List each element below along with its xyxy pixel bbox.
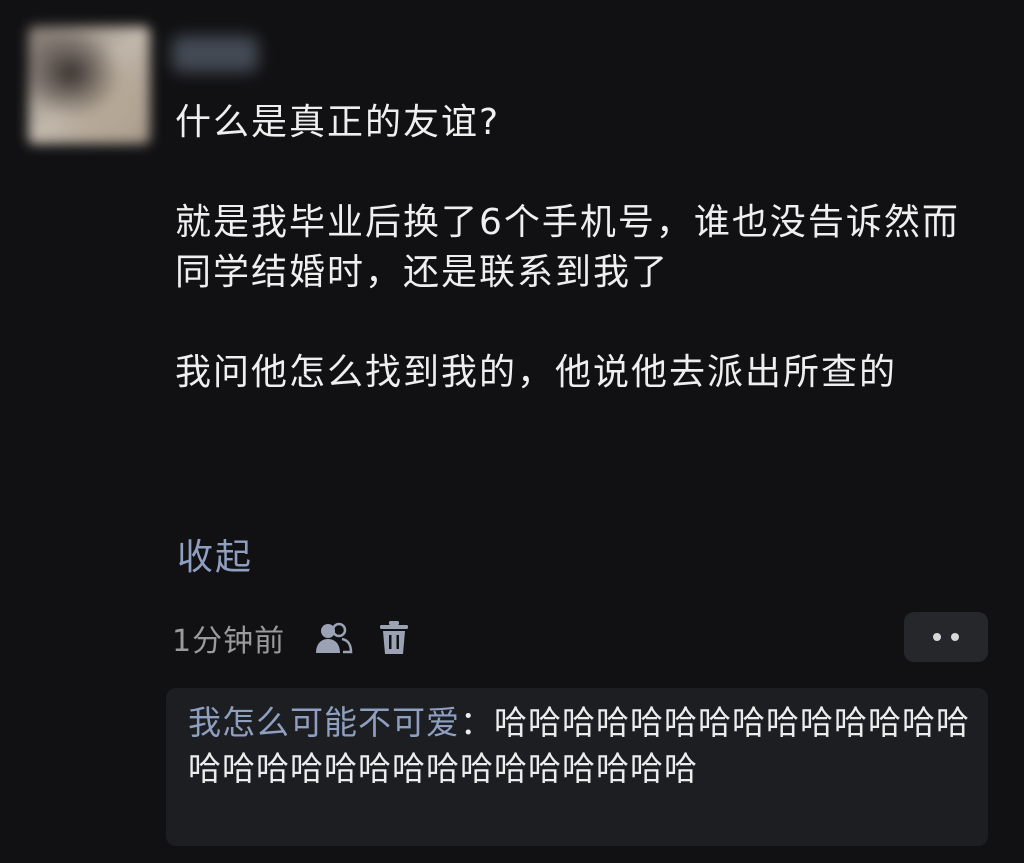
comment-meta: 1分钟前 [172,612,415,664]
reply-author[interactable]: 我怎么可能不可爱 [188,703,460,742]
comment-paragraph: 就是我毕业后换了6个手机号，谁也没告诉然而同学结婚时，还是联系到我了 [175,202,960,293]
reply-text: 我怎么可能不可爱：哈哈哈哈哈哈哈哈哈哈哈哈哈哈哈哈哈哈哈哈哈哈哈哈哈哈哈哈哈 [188,700,970,792]
more-dots-icon[interactable] [904,612,988,662]
timestamp: 1分钟前 [172,624,286,659]
comment-body: 什么是真正的友谊? 就是我毕业后换了6个手机号，谁也没告诉然而同学结婚时，还是联… [175,98,975,398]
comment-paragraph: 我问他怎么找到我的，他说他去派出所查的 [175,352,898,393]
reply-preview[interactable]: 我怎么可能不可爱：哈哈哈哈哈哈哈哈哈哈哈哈哈哈哈哈哈哈哈哈哈哈哈哈哈哈哈哈哈 [166,688,988,846]
dot [951,633,959,641]
trash-icon[interactable] [373,617,415,659]
people-icon[interactable] [313,617,355,659]
avatar[interactable] [28,26,150,144]
username[interactable]: 叮咚 [172,36,258,72]
reply-separator: ： [460,703,494,742]
collapse-link[interactable]: 收起 [177,533,253,583]
dot [933,633,941,641]
comment-paragraph: 什么是真正的友谊? [175,102,501,143]
